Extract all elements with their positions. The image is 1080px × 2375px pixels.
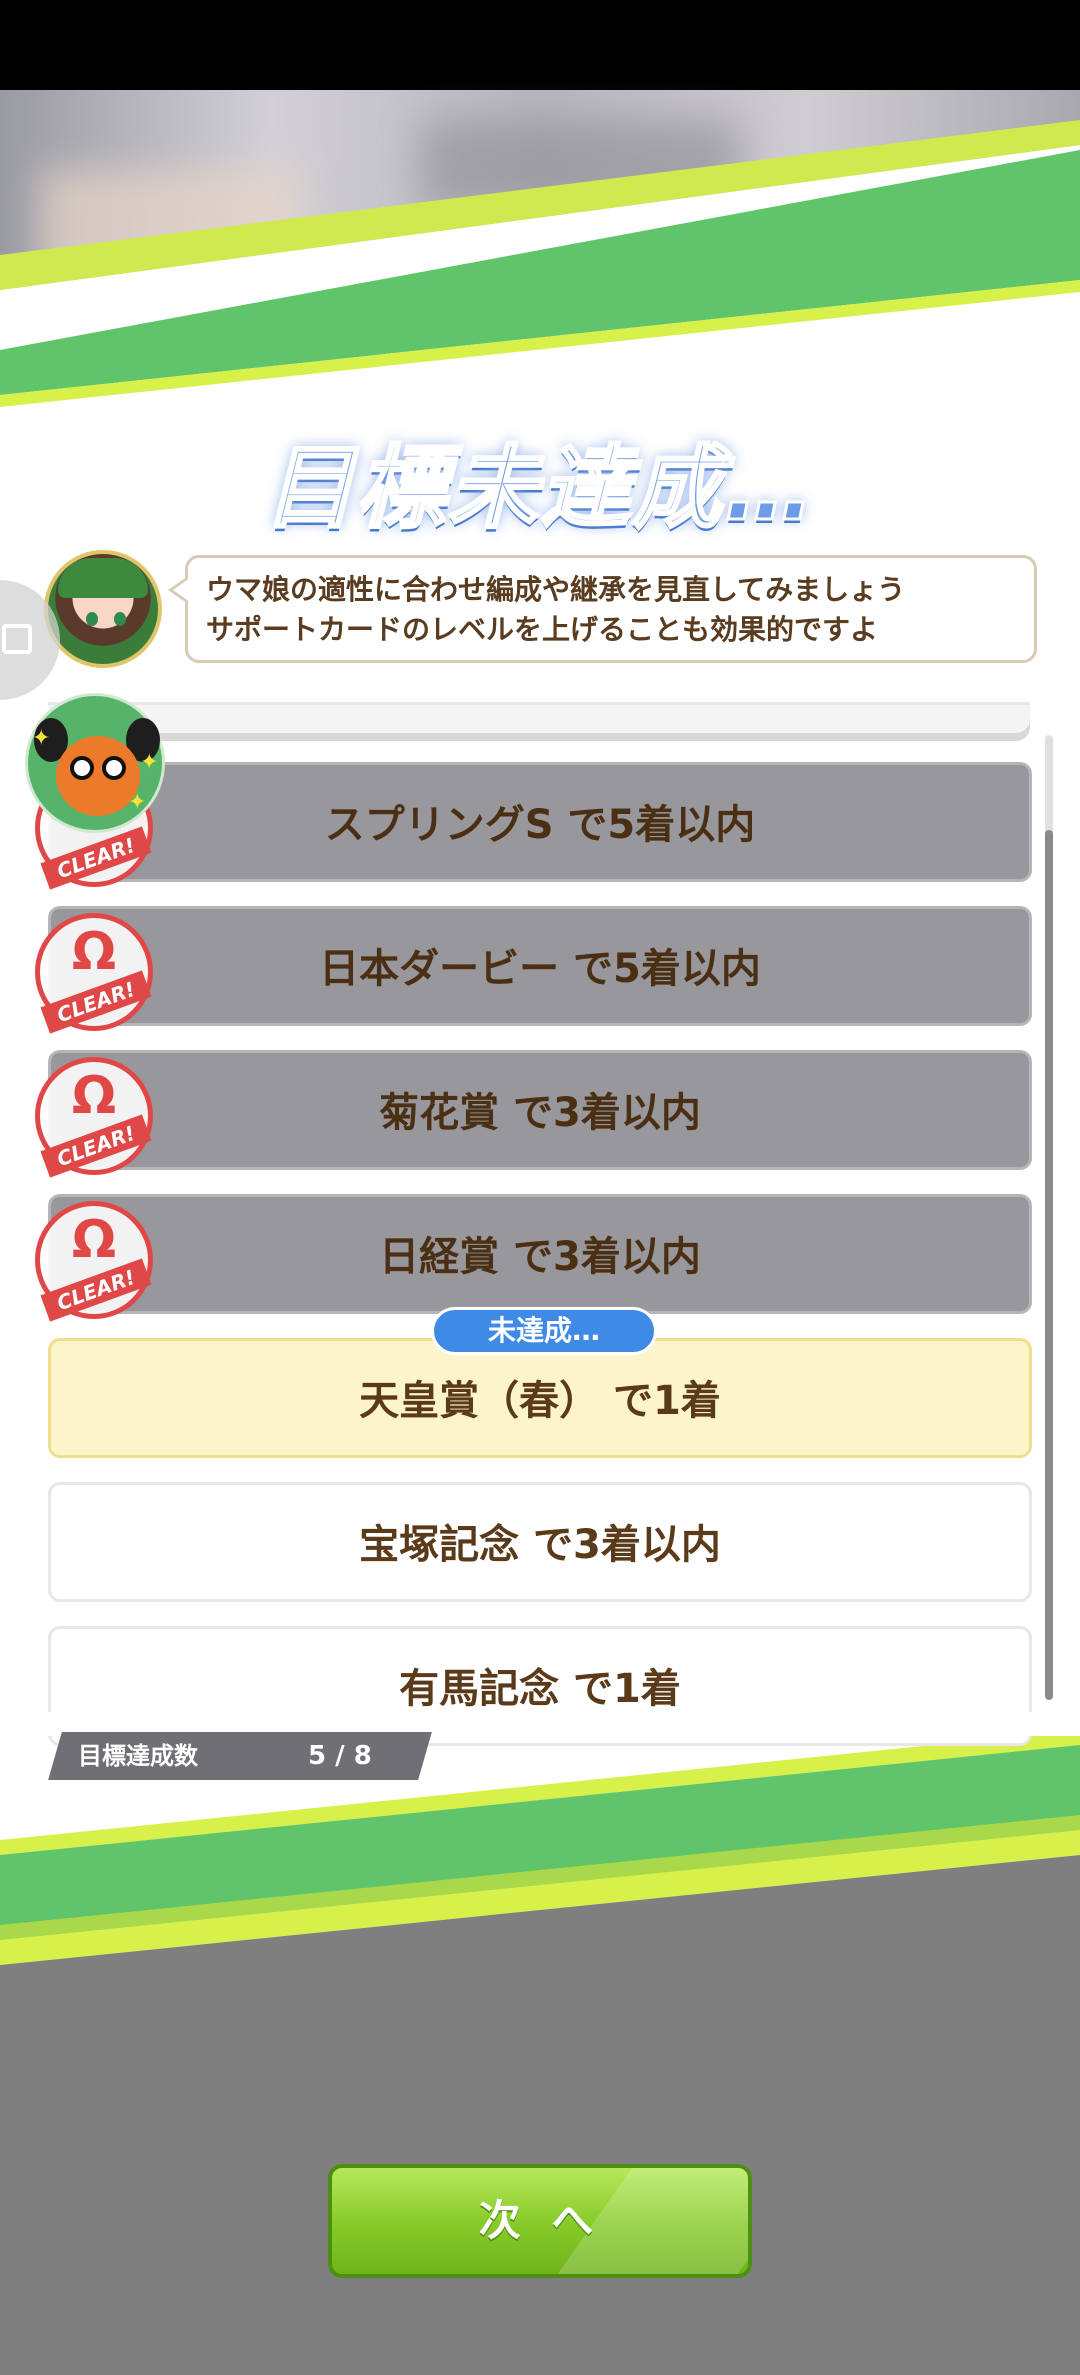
- scrollbar-thumb[interactable]: [1045, 830, 1053, 1700]
- goal-item: Ω CLEAR! 日本ダービー で5着以内: [35, 906, 1032, 1034]
- goal-item: Ω CLEAR! 菊花賞 で3着以内: [35, 1050, 1032, 1178]
- clear-stamp-icon: ΩCLEAR!: [35, 1201, 153, 1322]
- clear-stamp-icon: ΩCLEAR!: [35, 913, 153, 1034]
- goal-text: 天皇賞（春） で1着: [359, 1378, 721, 1424]
- not-achieved-badge: 未達成…: [431, 1307, 657, 1355]
- goal-text: スプリングS で5着以内: [324, 802, 756, 848]
- square-icon: [2, 624, 32, 654]
- goal-item-current: 未達成… 天皇賞（春） で1着: [48, 1307, 1032, 1458]
- next-button-label: 次 へ: [478, 2196, 602, 2245]
- next-button[interactable]: 次 へ: [328, 2164, 752, 2278]
- list-top-edge: [48, 702, 1030, 741]
- advice-line-2: サポートカードのレベルを上げることも効果的ですよ: [206, 613, 879, 646]
- page-title: 目標未達成…: [263, 435, 816, 543]
- goal-text: 有馬記念 で1着: [399, 1666, 681, 1712]
- goal-text: 日経賞 で3着以内: [379, 1234, 701, 1280]
- goal-text: 日本ダービー で5着以内: [319, 946, 761, 992]
- advice-speech-bubble: ウマ娘の適性に合わせ編成や継承を見直してみましょう サポートカードのレベルを上げ…: [168, 555, 1037, 663]
- goal-progress-label: 目標達成数: [78, 1742, 198, 1770]
- goal-item: Ω CLEAR! 日経賞 で3着以内: [35, 1194, 1032, 1322]
- trainer-avatar: [44, 550, 162, 668]
- mascot-dog-icon[interactable]: ✦ ✦ ✦: [25, 693, 165, 833]
- advice-line-1: ウマ娘の適性に合わせ編成や継承を見直してみましょう: [206, 573, 906, 606]
- status-bar: [0, 0, 1080, 90]
- goal-text: 宝塚記念 で3着以内: [359, 1522, 721, 1568]
- goal-text: 菊花賞 で3着以内: [379, 1090, 701, 1136]
- blurred-background: [0, 90, 1080, 350]
- clear-stamp-icon: ΩCLEAR!: [35, 1057, 153, 1178]
- goal-item: 宝塚記念 で3着以内: [48, 1482, 1032, 1602]
- decorative-stripes: [0, 120, 1080, 2375]
- goal-progress-value: 5 / 8: [308, 1741, 372, 1771]
- goal-item: ΩCLEAR! スプリングS で5着以内: [35, 762, 1032, 890]
